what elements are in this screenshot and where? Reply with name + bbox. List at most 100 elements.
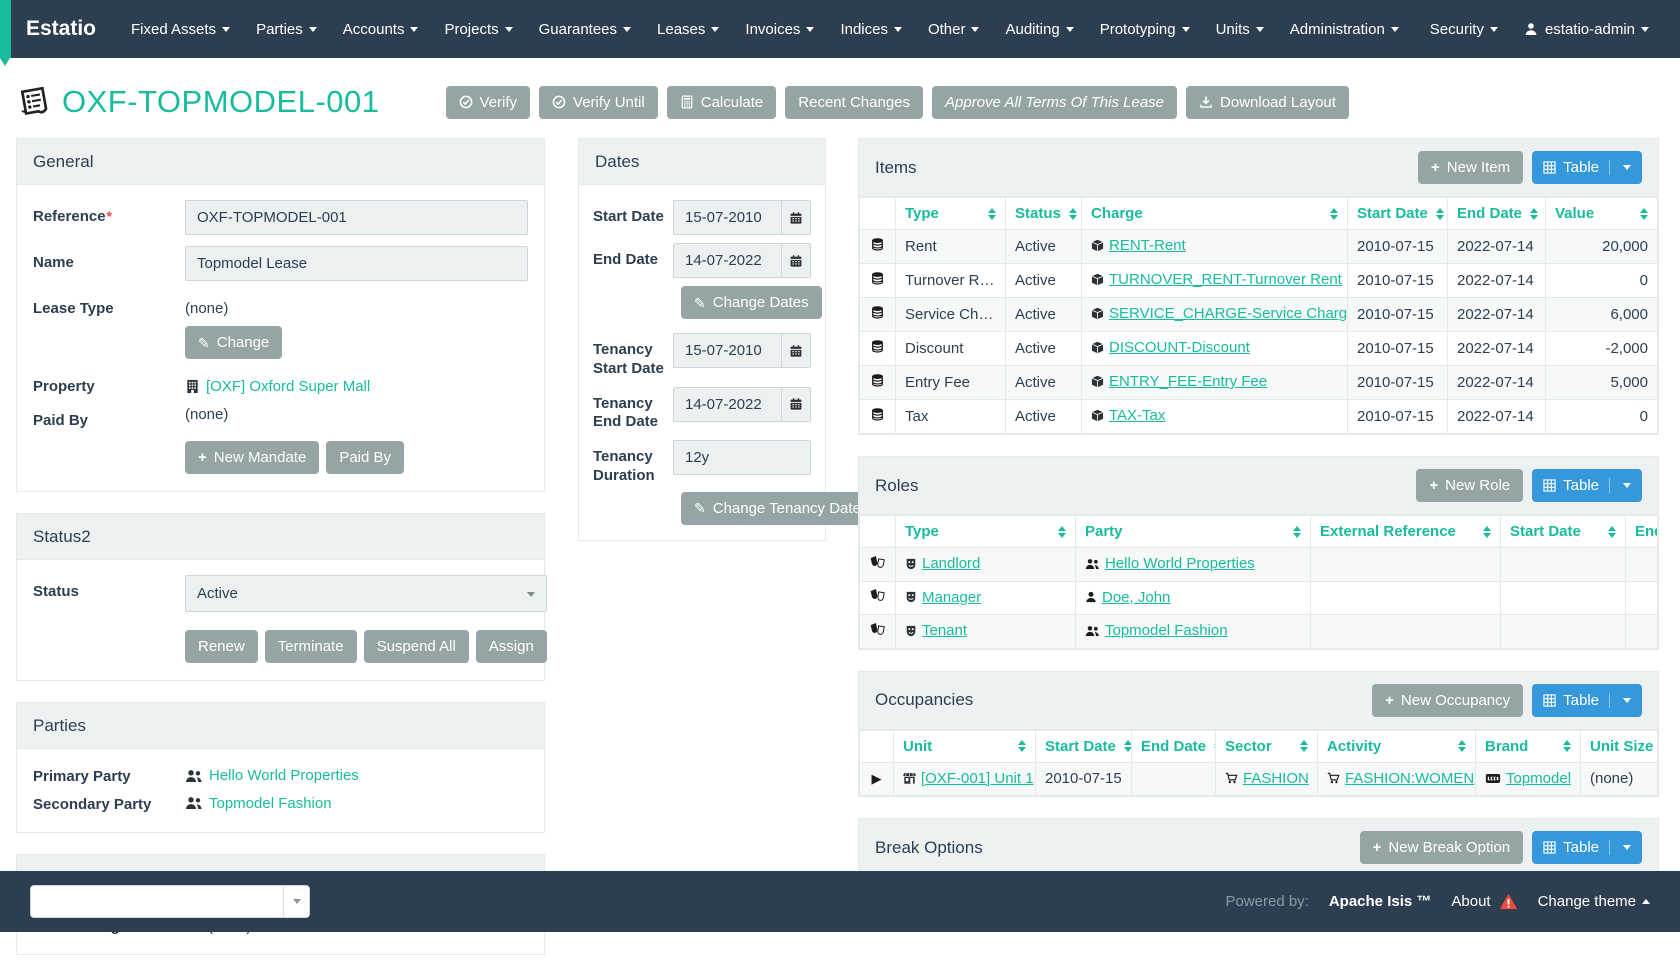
sort-icon[interactable] (1300, 740, 1308, 752)
column-header-end-date[interactable]: End Date (1132, 730, 1216, 762)
sort-icon[interactable] (1330, 208, 1338, 220)
charge-link[interactable]: TURNOVER_RENT-Turnover Rent (1109, 271, 1342, 288)
charge-link[interactable]: DISCOUNT-Discount (1109, 339, 1250, 356)
nav-item-guarantees[interactable]: Guarantees (526, 11, 644, 48)
session-select[interactable] (30, 885, 310, 918)
property-link[interactable]: [OXF] Oxford Super Mall (206, 378, 370, 395)
role-party-link[interactable]: Doe, John (1102, 589, 1170, 606)
calculate-button[interactable]: Calculate (667, 86, 777, 119)
column-header-value[interactable]: Value (1546, 198, 1658, 230)
calendar-icon[interactable] (781, 200, 811, 235)
recent-changes-button[interactable]: Recent Changes (785, 86, 923, 119)
nav-item-administration[interactable]: Administration (1277, 11, 1412, 48)
nav-item-security[interactable]: Security (1417, 11, 1511, 48)
charge-link[interactable]: SERVICE_CHARGE-Service Charge (1109, 305, 1348, 322)
sort-icon[interactable] (1293, 526, 1301, 538)
sort-icon[interactable] (1563, 740, 1571, 752)
new-role-button[interactable]: +New Role (1416, 469, 1523, 502)
terminate-button[interactable]: Terminate (265, 630, 357, 663)
nav-item-indices[interactable]: Indices (827, 11, 915, 48)
sort-icon[interactable] (1069, 208, 1077, 220)
column-header-start-date[interactable]: Start Date (1348, 198, 1448, 230)
charge-link[interactable]: TAX-Tax (1109, 407, 1165, 424)
nav-item-leases[interactable]: Leases (644, 11, 732, 48)
paid-by-button[interactable]: Paid By (326, 441, 404, 474)
sort-icon[interactable] (1124, 740, 1132, 752)
column-header-brand[interactable]: Brand (1476, 730, 1581, 762)
sort-icon[interactable] (1018, 740, 1026, 752)
verify-until-button[interactable]: Verify Until (539, 86, 658, 119)
nav-item-accounts[interactable]: Accounts (330, 11, 432, 48)
new-mandate-button[interactable]: +New Mandate (185, 441, 319, 474)
status-select[interactable]: Active (185, 575, 547, 612)
column-header-start-date[interactable]: Start Date (1501, 516, 1626, 548)
charge-link[interactable]: ENTRY_FEE-Entry Fee (1109, 373, 1267, 390)
column-header-status[interactable]: Status (1006, 198, 1082, 230)
about-link[interactable]: About (1451, 893, 1517, 910)
column-header-type[interactable]: Type (896, 198, 1006, 230)
nav-item-other[interactable]: Other (915, 11, 993, 48)
role-type-link[interactable]: Manager (922, 589, 981, 606)
primary-party-link[interactable]: Hello World Properties (209, 767, 359, 784)
role-party-link[interactable]: Hello World Properties (1105, 555, 1255, 572)
assign-button[interactable]: Assign (476, 630, 547, 663)
download-layout-button[interactable]: Download Layout (1186, 86, 1349, 119)
sort-icon[interactable] (988, 208, 996, 220)
column-header-sector[interactable]: Sector (1216, 730, 1318, 762)
calendar-icon[interactable] (781, 387, 811, 422)
role-type-link[interactable]: Landlord (922, 555, 980, 572)
change-tenancy-dates-button[interactable]: ✎Change Tenancy Dates (681, 492, 881, 525)
sort-icon[interactable] (1608, 526, 1616, 538)
nav-item-units[interactable]: Units (1203, 11, 1277, 48)
nav-item-auditing[interactable]: Auditing (992, 11, 1086, 48)
change-dates-button[interactable]: ✎Change Dates (681, 286, 822, 319)
items-table-view-button[interactable]: Table (1532, 151, 1642, 184)
charge-link[interactable]: RENT-Rent (1109, 237, 1186, 254)
sort-icon[interactable] (1458, 740, 1466, 752)
nav-item-parties[interactable]: Parties (243, 11, 330, 48)
sort-icon[interactable] (1530, 208, 1538, 220)
calendar-icon[interactable] (781, 333, 811, 368)
brand-logo[interactable]: Estatio (26, 17, 96, 41)
nav-item-user[interactable]: estatio-admin (1511, 11, 1662, 48)
sort-icon[interactable] (1436, 208, 1444, 220)
unit-link[interactable]: [OXF-001] Unit 1 (921, 770, 1034, 787)
apache-isis-link[interactable]: Apache Isis ™ (1329, 893, 1432, 910)
role-type-link[interactable]: Tenant (922, 622, 967, 639)
column-header-end-date[interactable]: End Date (1626, 516, 1658, 548)
name-input[interactable] (185, 246, 528, 281)
expand-row-icon[interactable]: ▶ (872, 771, 882, 786)
occupancies-table-view-button[interactable]: Table (1532, 684, 1642, 717)
column-header-external-reference[interactable]: External Reference (1311, 516, 1501, 548)
sort-icon[interactable] (1640, 208, 1648, 220)
column-header-unit[interactable]: Unit (894, 730, 1036, 762)
column-header-start-date[interactable]: Start Date (1036, 730, 1132, 762)
nav-item-fixed-assets[interactable]: Fixed Assets (118, 11, 243, 48)
sort-icon[interactable] (1058, 526, 1066, 538)
tenancy-start-input[interactable] (673, 333, 781, 368)
nav-item-prototyping[interactable]: Prototyping (1087, 11, 1203, 48)
secondary-party-link[interactable]: Topmodel Fashion (209, 795, 332, 812)
column-header-end-date[interactable]: End Date (1448, 198, 1546, 230)
column-header-charge[interactable]: Charge (1082, 198, 1348, 230)
calendar-icon[interactable] (781, 243, 811, 278)
new-item-button[interactable]: +New Item (1418, 151, 1523, 184)
tenancy-end-input[interactable] (673, 387, 781, 422)
brand-link[interactable]: Topmodel (1506, 770, 1571, 787)
nav-item-invoices[interactable]: Invoices (732, 11, 827, 48)
change-theme-link[interactable]: Change theme (1538, 893, 1650, 910)
suspend-all-button[interactable]: Suspend All (364, 630, 469, 663)
column-header-unit-size[interactable]: Unit Size (1581, 730, 1658, 762)
nav-item-projects[interactable]: Projects (431, 11, 525, 48)
tenancy-duration-input[interactable] (673, 440, 811, 475)
start-date-input[interactable] (673, 200, 781, 235)
end-date-input[interactable] (673, 243, 781, 278)
reference-input[interactable] (185, 200, 528, 235)
column-header-party[interactable]: Party (1076, 516, 1311, 548)
new-break-option-button[interactable]: +New Break Option (1360, 831, 1524, 864)
change-lease-type-button[interactable]: ✎Change (185, 326, 282, 359)
renew-button[interactable]: Renew (185, 630, 258, 663)
roles-table-view-button[interactable]: Table (1532, 469, 1642, 502)
new-occupancy-button[interactable]: +New Occupancy (1372, 684, 1523, 717)
sort-icon[interactable] (1483, 526, 1491, 538)
